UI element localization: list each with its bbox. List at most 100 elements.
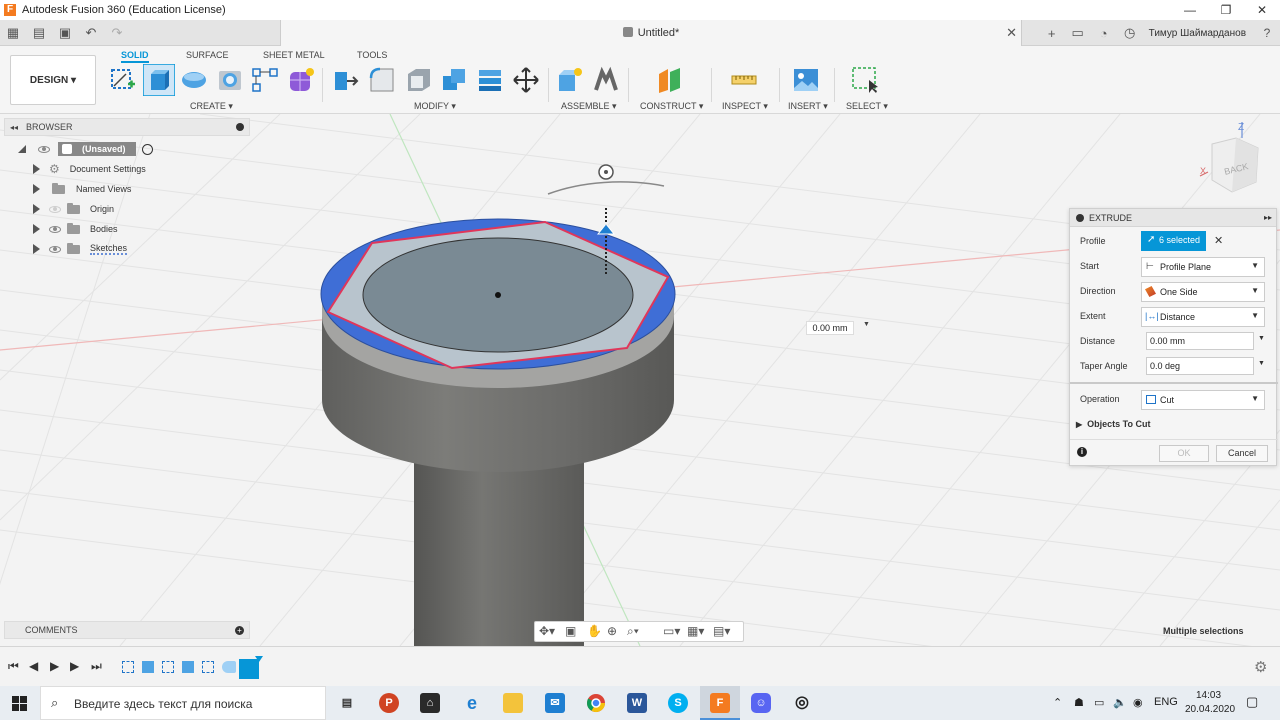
activate-radio-icon[interactable] (142, 143, 153, 155)
timeline-marker[interactable] (255, 656, 263, 662)
powerpoint-icon[interactable]: P (379, 693, 399, 713)
go-to-start-icon[interactable]: ⏮ (8, 659, 19, 674)
extrude-icon[interactable] (143, 64, 175, 96)
offset-face-icon[interactable] (476, 66, 504, 94)
help-icon[interactable]: ? (1254, 26, 1280, 40)
insert-image-icon[interactable] (792, 66, 820, 94)
tab-surface[interactable]: SURFACE (186, 50, 229, 60)
ok-button[interactable]: OK (1159, 445, 1209, 462)
fusion-360-taskbar-icon[interactable]: F (710, 693, 730, 713)
dropdown-arrow-icon[interactable]: ▼ (863, 321, 870, 328)
zoom-icon[interactable]: ⊕ (607, 624, 617, 638)
visibility-eye-icon[interactable] (49, 205, 61, 213)
file-explorer-icon[interactable] (503, 693, 523, 713)
timeline-sketch-feature[interactable] (162, 661, 174, 673)
timeline-sketch-feature[interactable] (202, 661, 214, 673)
timeline-settings-gear-icon[interactable]: ⚙ (1254, 658, 1267, 676)
timeline-sketch-feature[interactable] (122, 661, 134, 673)
measure-icon[interactable] (730, 66, 758, 94)
collapse-panel-icon[interactable]: ◂◂ (10, 123, 18, 132)
shell-icon[interactable] (404, 66, 432, 94)
display-settings-icon[interactable]: ▭▾ (663, 624, 680, 638)
dropdown-arrow-icon[interactable]: ▼ (1258, 335, 1265, 342)
fillet-icon[interactable] (368, 66, 396, 94)
store-icon[interactable]: ⌂ (420, 693, 440, 713)
step-back-icon[interactable]: ◀ (29, 659, 38, 673)
clock-time[interactable]: 14:03 (1196, 690, 1221, 701)
clock-icon[interactable]: ◷ (1117, 25, 1143, 41)
timeline-active-feature[interactable] (239, 659, 259, 679)
expand-triangle-icon[interactable] (33, 184, 40, 194)
timeline-revolve-feature[interactable] (222, 661, 236, 673)
grid-settings-icon[interactable]: ▦▾ (687, 624, 704, 638)
distance-floating-value[interactable]: 0.00 mm (806, 321, 854, 335)
step-forward-icon[interactable]: ▶ (70, 659, 79, 673)
expand-dialog-icon[interactable]: ▸▸ (1264, 213, 1272, 222)
data-panel-grid-icon[interactable]: ▦ (0, 25, 26, 41)
close-tab-icon[interactable]: ✕ (1006, 25, 1017, 41)
revolve-icon[interactable] (180, 66, 208, 94)
modify-menu[interactable]: MODIFY ▾ (414, 101, 456, 112)
user-name[interactable]: Тимур Шаймарданов (1149, 28, 1246, 39)
timeline-extrude-feature[interactable] (142, 661, 154, 673)
cancel-button[interactable]: Cancel (1216, 445, 1268, 462)
create-menu[interactable]: CREATE ▾ (190, 101, 233, 112)
select-menu[interactable]: SELECT ▾ (846, 101, 888, 112)
visibility-eye-icon[interactable] (49, 245, 61, 253)
volume-icon[interactable]: 🔈 (1113, 696, 1127, 709)
hole-icon[interactable] (216, 66, 244, 94)
extrude-dialog-header[interactable]: EXTRUDE ▸▸ (1070, 209, 1276, 227)
viewports-icon[interactable]: ▤▾ (713, 624, 730, 638)
clock-date[interactable]: 20.04.2020 (1185, 704, 1235, 715)
info-icon[interactable]: i (1077, 447, 1087, 457)
offset-plane-icon[interactable] (656, 66, 684, 94)
windows-start-icon[interactable] (12, 696, 27, 711)
rotate-manipulator-arc[interactable] (547, 181, 665, 195)
language-indicator[interactable]: ENG (1154, 696, 1178, 708)
tab-tools[interactable]: TOOLS (357, 50, 387, 60)
play-icon[interactable]: ▶ (50, 659, 59, 673)
orbit-icon[interactable]: ✥▾ (539, 624, 555, 638)
move-copy-icon[interactable] (512, 66, 540, 94)
start-dropdown[interactable]: ⊢ Profile Plane ▼ (1141, 257, 1265, 277)
tab-solid[interactable]: SOLID (121, 50, 149, 63)
tray-overflow-icon[interactable]: ⌃ (1053, 696, 1062, 709)
dialog-menu-icon[interactable] (1076, 213, 1084, 222)
expand-triangle-icon[interactable] (33, 244, 40, 254)
visibility-eye-icon[interactable] (49, 225, 61, 233)
timeline-extrude-feature[interactable] (182, 661, 194, 673)
minimize-button[interactable]: — (1172, 0, 1208, 20)
task-view-icon[interactable]: ▤ (337, 693, 357, 713)
create-sketch-icon[interactable] (108, 66, 136, 94)
assemble-menu[interactable]: ASSEMBLE ▾ (561, 101, 617, 112)
expand-triangle-icon[interactable] (33, 224, 40, 234)
browser-header[interactable]: ◂◂ BROWSER (4, 118, 250, 136)
taskbar-search-box[interactable]: ⌕ Введите здесь текст для поиска (40, 686, 326, 720)
file-menu-icon[interactable]: ▤ (26, 25, 52, 41)
job-status-icon[interactable]: ▭ (1065, 25, 1091, 41)
extrude-arrow-handle[interactable] (596, 223, 616, 235)
browser-item-bodies[interactable]: Bodies (4, 219, 250, 239)
direction-dropdown[interactable]: One Side ▼ (1141, 282, 1265, 302)
tray-device-icon[interactable]: ☗ (1074, 696, 1084, 709)
fit-icon[interactable]: ⌕▾ (627, 624, 639, 639)
undo-icon[interactable]: ↶ (78, 25, 104, 41)
new-tab-icon[interactable]: + (1039, 26, 1065, 41)
select-window-icon[interactable] (851, 66, 879, 94)
view-cube[interactable] (1199, 122, 1259, 193)
maximize-button[interactable]: ❐ (1208, 0, 1244, 20)
new-component-icon[interactable] (556, 66, 584, 94)
dropdown-arrow-icon[interactable]: ▼ (1258, 360, 1265, 367)
notifications-center-icon[interactable]: ▢ (1246, 694, 1258, 710)
comments-panel[interactable]: COMMENTS + (4, 621, 250, 639)
objects-to-cut-toggle[interactable]: ▶ Objects To Cut (1076, 419, 1151, 429)
visibility-eye-icon[interactable] (38, 145, 50, 153)
profile-selection-button[interactable]: ➚ 6 selected (1141, 231, 1206, 251)
browser-item-sketches[interactable]: Sketches (4, 239, 250, 259)
notifications-icon[interactable]: ◔ (1091, 26, 1117, 41)
clear-selection-icon[interactable]: ✕ (1214, 234, 1223, 247)
browser-item-document-settings[interactable]: ⚙ Document Settings (4, 159, 250, 179)
network-icon[interactable]: ◉ (1133, 696, 1143, 709)
tab-sheet-metal[interactable]: SHEET METAL (263, 50, 325, 60)
document-tab[interactable]: Untitled* ✕ (280, 20, 1022, 46)
